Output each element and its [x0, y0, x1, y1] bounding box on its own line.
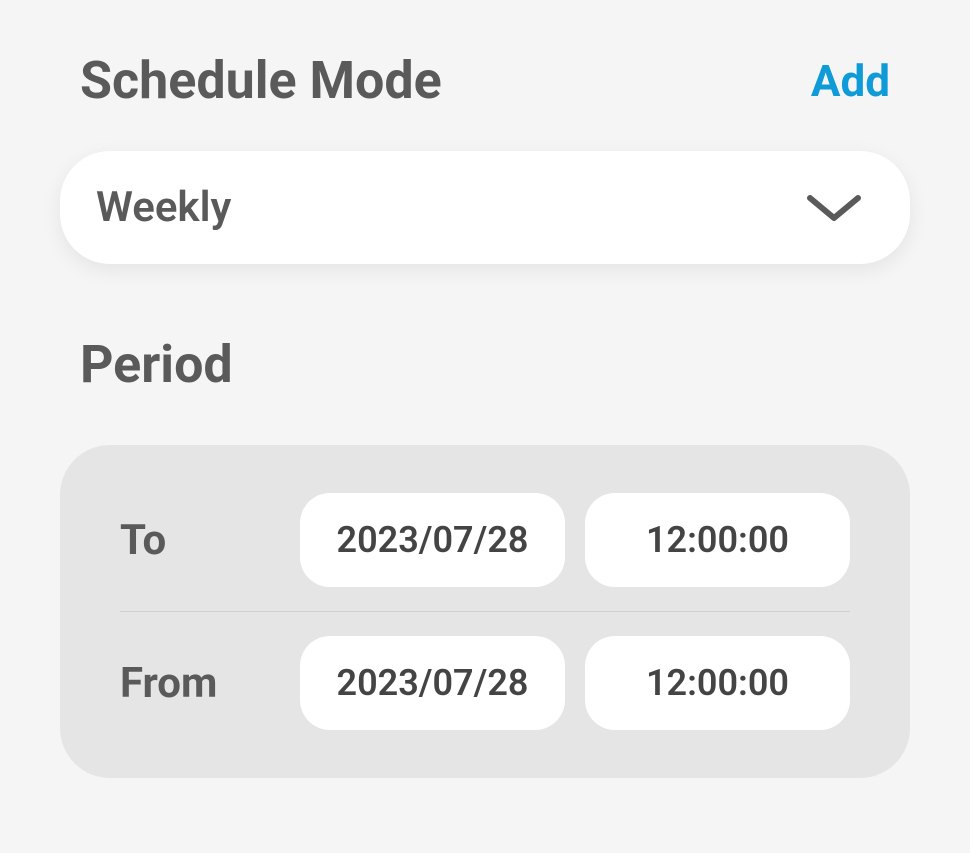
- period-from-time-input[interactable]: 12:00:00: [585, 636, 850, 730]
- schedule-mode-header: Schedule Mode Add: [60, 50, 910, 111]
- schedule-mode-title: Schedule Mode: [80, 50, 442, 111]
- period-from-date-input[interactable]: 2023/07/28: [300, 636, 565, 730]
- period-from-label: From: [120, 659, 300, 708]
- chevron-down-icon: [806, 192, 862, 224]
- period-row-to: To 2023/07/28 12:00:00: [120, 469, 850, 612]
- period-to-label: To: [120, 516, 300, 565]
- schedule-mode-select[interactable]: Weekly: [60, 151, 910, 264]
- schedule-mode-value: Weekly: [96, 183, 231, 232]
- add-button[interactable]: Add: [811, 55, 890, 107]
- period-to-inputs: 2023/07/28 12:00:00: [300, 493, 850, 587]
- period-row-from: From 2023/07/28 12:00:00: [120, 612, 850, 754]
- period-card: To 2023/07/28 12:00:00 From 2023/07/28 1…: [60, 445, 910, 778]
- period-to-time-input[interactable]: 12:00:00: [585, 493, 850, 587]
- period-to-date-input[interactable]: 2023/07/28: [300, 493, 565, 587]
- period-title: Period: [60, 334, 910, 395]
- period-from-inputs: 2023/07/28 12:00:00: [300, 636, 850, 730]
